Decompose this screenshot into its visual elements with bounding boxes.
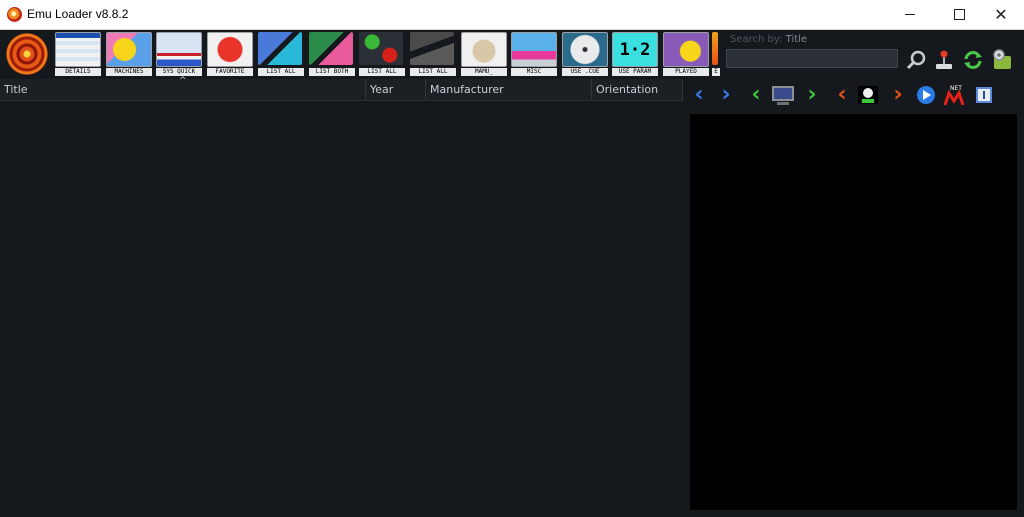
play-video-button[interactable]	[914, 83, 938, 107]
maximize-button[interactable]	[936, 0, 982, 29]
joystick-icon	[936, 50, 952, 69]
sys-quick-icon	[156, 32, 202, 67]
game-list[interactable]: Title ^ Year Manufacturer Orientation	[0, 76, 683, 517]
favorite-label: FAVORITE	[207, 68, 253, 76]
list-both-icon	[309, 32, 353, 65]
played-label: PLAYED	[663, 68, 709, 76]
prev-blue-button[interactable]: ‹	[687, 83, 711, 107]
next-blue-button[interactable]: ›	[714, 83, 738, 107]
refresh-icon	[964, 51, 982, 69]
list-all-icon-3	[410, 32, 454, 65]
window-title: Emu Loader v8.8.2	[27, 7, 129, 21]
app-window: Emu Loader v8.8.2 ✕ DETAILS MACHINES SYS…	[0, 0, 1024, 517]
character-button[interactable]	[856, 83, 880, 107]
mamu-label: MAMU_	[461, 68, 507, 76]
settings-gear-icon	[993, 49, 1011, 69]
preview-image-area	[690, 114, 1017, 510]
column-header-orientation[interactable]: Orientation	[592, 79, 683, 100]
use-cue-button[interactable]: USE .CUE	[562, 32, 608, 78]
misc-button[interactable]: MISC	[511, 32, 557, 78]
search-input[interactable]	[726, 49, 898, 68]
list-all-button-1[interactable]: LIST ALL	[258, 32, 304, 78]
search-button[interactable]	[904, 48, 928, 72]
next-green-button[interactable]: ›	[800, 83, 824, 107]
book-icon	[976, 87, 992, 103]
joystick-button[interactable]	[932, 48, 956, 72]
monitor-icon	[772, 86, 794, 105]
details-label: DETAILS	[55, 68, 101, 76]
search-by-label: Search by: Title	[730, 34, 807, 45]
list-both-label: LIST BOTH	[309, 68, 355, 76]
minimize-button[interactable]	[887, 0, 933, 29]
netmame-button[interactable]: NET	[942, 83, 966, 107]
extra-button[interactable]: E	[712, 32, 720, 78]
played-button[interactable]: PLAYED	[663, 32, 709, 78]
extra-icon	[712, 32, 718, 65]
chevron-right-green-icon: ›	[807, 82, 817, 107]
list-all-icon-1	[258, 32, 302, 65]
mamu-button[interactable]: MAMU_	[461, 32, 507, 78]
list-all-label-1: LIST ALL	[258, 68, 304, 76]
list-all-icon-2	[359, 32, 403, 65]
machines-pacman-icon	[106, 32, 152, 67]
close-icon: ✕	[994, 4, 1008, 24]
play-icon	[917, 86, 935, 104]
chevron-right-orange-icon: ›	[893, 82, 903, 107]
magnifier-icon	[906, 50, 926, 70]
heart-icon	[207, 32, 253, 67]
list-header: Title ^ Year Manufacturer Orientation	[0, 76, 683, 101]
machines-button[interactable]: MACHINES	[106, 32, 152, 78]
prev-orange-button[interactable]: ‹	[830, 83, 854, 107]
list-all-label-2: LIST ALL	[359, 68, 405, 76]
sys-quick-label: SYS QUICK	[156, 68, 202, 76]
mamu-face-icon	[461, 32, 507, 67]
next-orange-button[interactable]: ›	[886, 83, 910, 107]
maximize-icon	[953, 9, 965, 20]
emu-loader-logo-icon[interactable]	[6, 33, 48, 75]
svg-text:NET: NET	[950, 85, 962, 92]
sys-quick-button[interactable]: SYS QUICK	[156, 32, 202, 78]
use-param-label: USE PARAM	[612, 68, 658, 76]
misc-icon	[511, 32, 557, 67]
character-face-icon	[858, 86, 878, 104]
title-bar: Emu Loader v8.8.2 ✕	[0, 0, 1024, 30]
misc-label: MISC	[511, 68, 557, 76]
net-m-icon: NET	[943, 85, 965, 106]
use-cue-label: USE .CUE	[562, 68, 608, 76]
details-window-icon	[55, 32, 101, 67]
main-toolbar: DETAILS MACHINES SYS QUICK FAVORITE LIST…	[0, 30, 1024, 78]
minimize-icon	[905, 14, 915, 15]
chevron-left-blue-icon: ‹	[694, 82, 704, 107]
machines-label: MACHINES	[106, 68, 152, 76]
list-all-label-3: LIST ALL	[410, 68, 456, 76]
chevron-left-green-icon: ‹	[751, 82, 761, 107]
chevron-right-blue-icon: ›	[721, 82, 731, 107]
chevron-left-orange-icon: ‹	[837, 82, 847, 107]
cd-disc-icon	[562, 32, 608, 67]
prev-green-button[interactable]: ‹	[744, 83, 768, 107]
column-header-year[interactable]: Year	[366, 79, 426, 100]
close-button[interactable]: ✕	[978, 0, 1024, 29]
search-by-prefix: Search by:	[730, 34, 783, 45]
preview-toolbar: ‹ › ‹ › ‹ › NET	[684, 79, 1024, 111]
use-param-button[interactable]: 1·2 USE PARAM	[612, 32, 658, 78]
column-header-manufacturer[interactable]: Manufacturer	[426, 79, 592, 100]
extra-label: E	[712, 68, 720, 76]
favorite-button[interactable]: FAVORITE	[207, 32, 253, 78]
info-book-button[interactable]	[972, 83, 996, 107]
sort-indicator-icon: ^	[179, 76, 187, 86]
details-button[interactable]: DETAILS	[55, 32, 101, 78]
settings-button[interactable]	[990, 48, 1014, 72]
param-icon: 1·2	[612, 32, 658, 67]
search-by-field: Title	[785, 34, 808, 45]
refresh-button[interactable]	[961, 48, 985, 72]
played-pacman-icon	[663, 32, 709, 67]
list-all-button-3[interactable]: LIST ALL	[410, 32, 456, 78]
app-logo-icon	[7, 7, 22, 22]
monitor-button[interactable]	[771, 83, 795, 107]
list-all-button-2[interactable]: LIST ALL	[359, 32, 405, 78]
list-both-button[interactable]: LIST BOTH	[309, 32, 355, 78]
